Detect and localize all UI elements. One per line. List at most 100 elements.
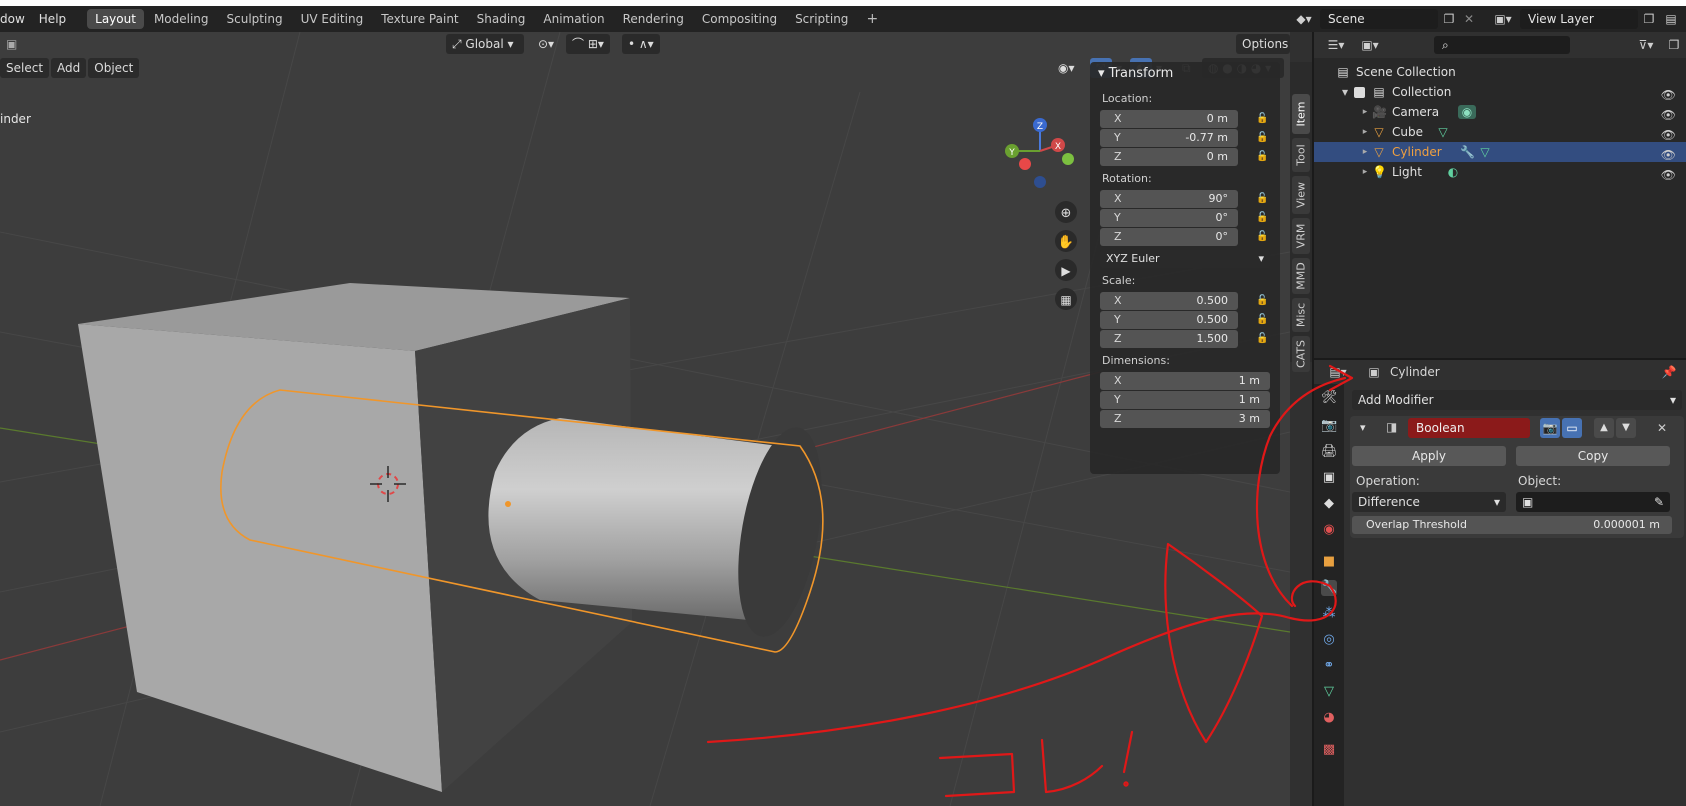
rotation-x-field[interactable]: X 90° [1100, 190, 1238, 208]
collapse-arrow-icon[interactable]: ▾ [1360, 421, 1366, 434]
lock-icon[interactable]: 🔓 [1256, 231, 1268, 243]
eyedropper-icon[interactable]: ✎ [1654, 492, 1664, 512]
render-tab-icon[interactable]: 📷 [1321, 418, 1337, 434]
options-button[interactable]: Options ▾ [1236, 34, 1290, 71]
scene-field[interactable]: Scene [1320, 9, 1438, 29]
proportional-edit-icon[interactable]: • ∧▾ [622, 34, 660, 54]
tool-tab-icon[interactable]: 🛠 [1321, 390, 1338, 406]
rotation-y-field[interactable]: Y 0° [1100, 209, 1238, 227]
lock-icon[interactable]: 🔓 [1256, 193, 1268, 205]
tab-animation[interactable]: Animation [535, 9, 612, 29]
menu-select[interactable]: Select [0, 58, 50, 78]
tab-modeling[interactable]: Modeling [146, 9, 217, 29]
dimensions-z-field[interactable]: Z 3 m [1100, 410, 1270, 428]
tab-shading[interactable]: Shading [469, 9, 534, 29]
menu-object[interactable]: Object [88, 58, 140, 78]
move-down-icon[interactable]: ▼ [1616, 418, 1636, 438]
add-workspace-button[interactable]: + [858, 9, 878, 29]
tab-scripting[interactable]: Scripting [787, 9, 856, 29]
dimensions-y-field[interactable]: Y 1 m [1100, 391, 1270, 409]
lock-icon[interactable]: 🔓 [1256, 314, 1268, 326]
menu-add[interactable]: Add [51, 58, 87, 78]
close-scene-icon[interactable]: ✕ [1460, 9, 1478, 29]
tab-item[interactable]: Item [1292, 94, 1310, 134]
transform-section-header[interactable]: ▾ Transform [1090, 62, 1280, 86]
filter-icon[interactable]: ⊽▾ [1632, 35, 1660, 55]
outliner-row-cube[interactable]: ▸ ▽ Cube ▽ 👁 [1314, 122, 1686, 142]
operation-select[interactable]: Difference ▾ [1352, 492, 1506, 512]
lock-icon[interactable]: 🔓 [1256, 295, 1268, 307]
location-y-field[interactable]: Y -0.77 m [1100, 129, 1238, 147]
data-tab-icon[interactable]: ▽ [1321, 684, 1337, 700]
tab-tool[interactable]: Tool [1292, 138, 1310, 172]
menu-help[interactable]: Help [32, 6, 73, 32]
scale-z-field[interactable]: Z 1.500 [1100, 330, 1238, 348]
menu-window[interactable]: dow [0, 6, 32, 32]
visibility-icon[interactable]: ◉▾ [1052, 58, 1081, 78]
lock-icon[interactable]: 🔓 [1256, 333, 1268, 345]
move-up-icon[interactable]: ▲ [1594, 418, 1614, 438]
eye-icon[interactable]: 👁 [1661, 165, 1676, 185]
pivot-point-icon[interactable]: ⊙▾ [532, 34, 560, 54]
outliner-search-input[interactable]: ⌕ [1434, 36, 1570, 54]
tab-rendering[interactable]: Rendering [615, 9, 692, 29]
outliner-editor-icon[interactable]: ☰▾ [1322, 35, 1350, 55]
expand-arrow-icon[interactable]: ▾ [1338, 85, 1352, 99]
tab-texture-paint[interactable]: Texture Paint [373, 9, 466, 29]
rotation-z-field[interactable]: Z 0° [1100, 228, 1238, 246]
view-layer-tab-icon[interactable]: ▣ [1321, 470, 1337, 486]
lock-icon[interactable]: 🔓 [1256, 151, 1268, 163]
display-mode-icon[interactable]: ▣▾ [1356, 35, 1384, 55]
scale-x-field[interactable]: X 0.500 [1100, 292, 1238, 310]
view-layer-field[interactable]: View Layer [1520, 9, 1638, 29]
lock-icon[interactable]: 🔓 [1256, 132, 1268, 144]
modifier-name-field[interactable]: Boolean [1408, 418, 1530, 438]
checkbox-icon[interactable] [1354, 87, 1365, 98]
add-modifier-select[interactable]: Add Modifier ▾ [1352, 390, 1682, 410]
pin-icon[interactable]: 📌 [1660, 362, 1678, 382]
view-layer-icon[interactable]: ▣▾ [1488, 9, 1518, 29]
scene-icon[interactable]: ◆▾ [1290, 9, 1318, 29]
expand-arrow-icon[interactable]: ▸ [1358, 125, 1372, 139]
show-viewport-icon[interactable]: ▭ [1562, 418, 1582, 438]
location-x-field[interactable]: X 0 m [1100, 110, 1238, 128]
tab-compositing[interactable]: Compositing [694, 9, 785, 29]
location-z-field[interactable]: Z 0 m [1100, 148, 1238, 166]
output-tab-icon[interactable]: 🖨 [1321, 444, 1338, 460]
lock-icon[interactable]: 🔓 [1256, 113, 1268, 125]
outliner-row-camera[interactable]: ▸ 🎥 Camera ◉ 👁 [1314, 102, 1686, 122]
rotation-mode-select[interactable]: XYZ Euler ▾ [1100, 250, 1270, 268]
apply-button[interactable]: Apply [1352, 446, 1506, 466]
object-picker-field[interactable]: ▣ ✎ [1516, 492, 1670, 512]
properties-editor-icon[interactable]: ▤▾ [1324, 362, 1352, 382]
modifier-tab-icon[interactable]: 🔧 [1321, 580, 1337, 596]
outliner-row-collection[interactable]: ▾ ▤ Collection 👁 [1314, 82, 1686, 102]
lock-icon[interactable]: 🔓 [1256, 212, 1268, 224]
overlap-threshold-field[interactable]: Overlap Threshold 0.000001 m [1352, 516, 1672, 534]
tab-view[interactable]: View [1292, 176, 1310, 214]
show-render-icon[interactable]: 📷 [1540, 418, 1560, 438]
expand-arrow-icon[interactable]: ▸ [1358, 105, 1372, 119]
copy-button[interactable]: Copy [1516, 446, 1670, 466]
object-tab-icon[interactable]: ■ [1321, 554, 1337, 570]
editor-type-icon[interactable]: ▣ [0, 34, 23, 54]
tab-layout[interactable]: Layout [87, 9, 144, 29]
outliner-row-cylinder[interactable]: ▸ ▽ Cylinder 🔧 ▽ 👁 [1314, 142, 1686, 162]
dimensions-x-field[interactable]: X 1 m [1100, 372, 1270, 390]
tab-uv-editing[interactable]: UV Editing [293, 9, 372, 29]
close-layer-icon[interactable]: ▤ [1662, 9, 1680, 29]
tab-misc[interactable]: Misc [1292, 298, 1310, 332]
outliner-row-light[interactable]: ▸ 💡 Light ◐ 👁 [1314, 162, 1686, 182]
new-collection-icon[interactable]: ❐ [1664, 35, 1684, 55]
world-tab-icon[interactable]: ◉ [1321, 522, 1337, 538]
copy-layer-icon[interactable]: ❐ [1640, 9, 1658, 29]
constraints-tab-icon[interactable]: ⚭ [1321, 658, 1337, 674]
transform-orientation-select[interactable]: ⤢ Global ▾ [446, 34, 524, 54]
physics-tab-icon[interactable]: ◎ [1321, 632, 1337, 648]
tab-vrm[interactable]: VRM [1292, 218, 1310, 254]
copy-scene-icon[interactable]: ❐ [1440, 9, 1458, 29]
snap-icon[interactable]: ⌒ ⊞▾ [566, 34, 610, 54]
scale-y-field[interactable]: Y 0.500 [1100, 311, 1238, 329]
close-icon[interactable]: ✕ [1652, 418, 1672, 438]
material-tab-icon[interactable]: ◕ [1321, 710, 1337, 726]
